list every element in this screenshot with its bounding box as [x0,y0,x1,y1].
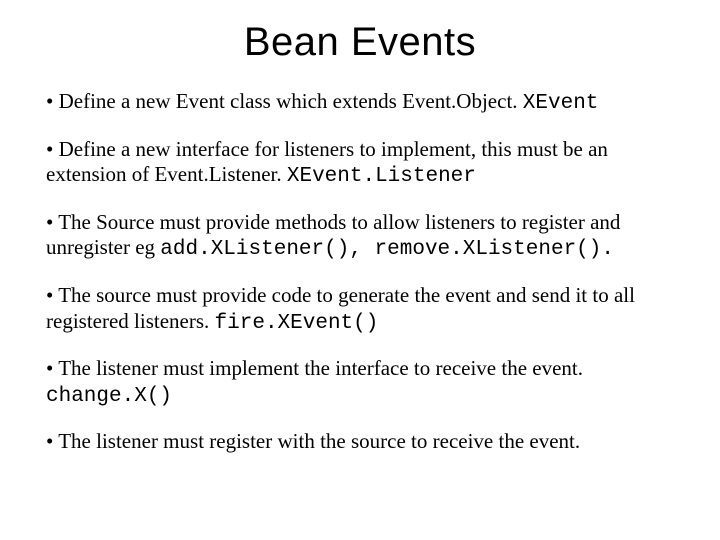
bullet-1: • Define a new Event class which extends… [46,89,674,117]
bullet-3-code: add.XListener(), remove.XListener(). [160,238,614,261]
bullet-6-text: • The listener must register with the so… [46,429,580,453]
bullet-6: • The listener must register with the so… [46,429,674,455]
bullet-5-code: change.X() [46,385,172,408]
bullet-5: • The listener must implement the interf… [46,356,674,409]
bullet-1-text: • Define a new Event class which extends… [46,89,523,113]
slide: Bean Events • Define a new Event class w… [0,0,720,540]
bullet-2-code: XEvent.Listener [287,165,476,188]
bullet-4: • The source must provide code to genera… [46,283,674,336]
bullet-4-code: fire.XEvent() [215,312,379,335]
bullet-1-code: XEvent [523,92,599,115]
slide-title: Bean Events [46,20,674,65]
bullet-3: • The Source must provide methods to all… [46,210,674,263]
bullet-5-text: • The listener must implement the interf… [46,356,583,380]
bullet-2: • Define a new interface for listeners t… [46,137,674,190]
